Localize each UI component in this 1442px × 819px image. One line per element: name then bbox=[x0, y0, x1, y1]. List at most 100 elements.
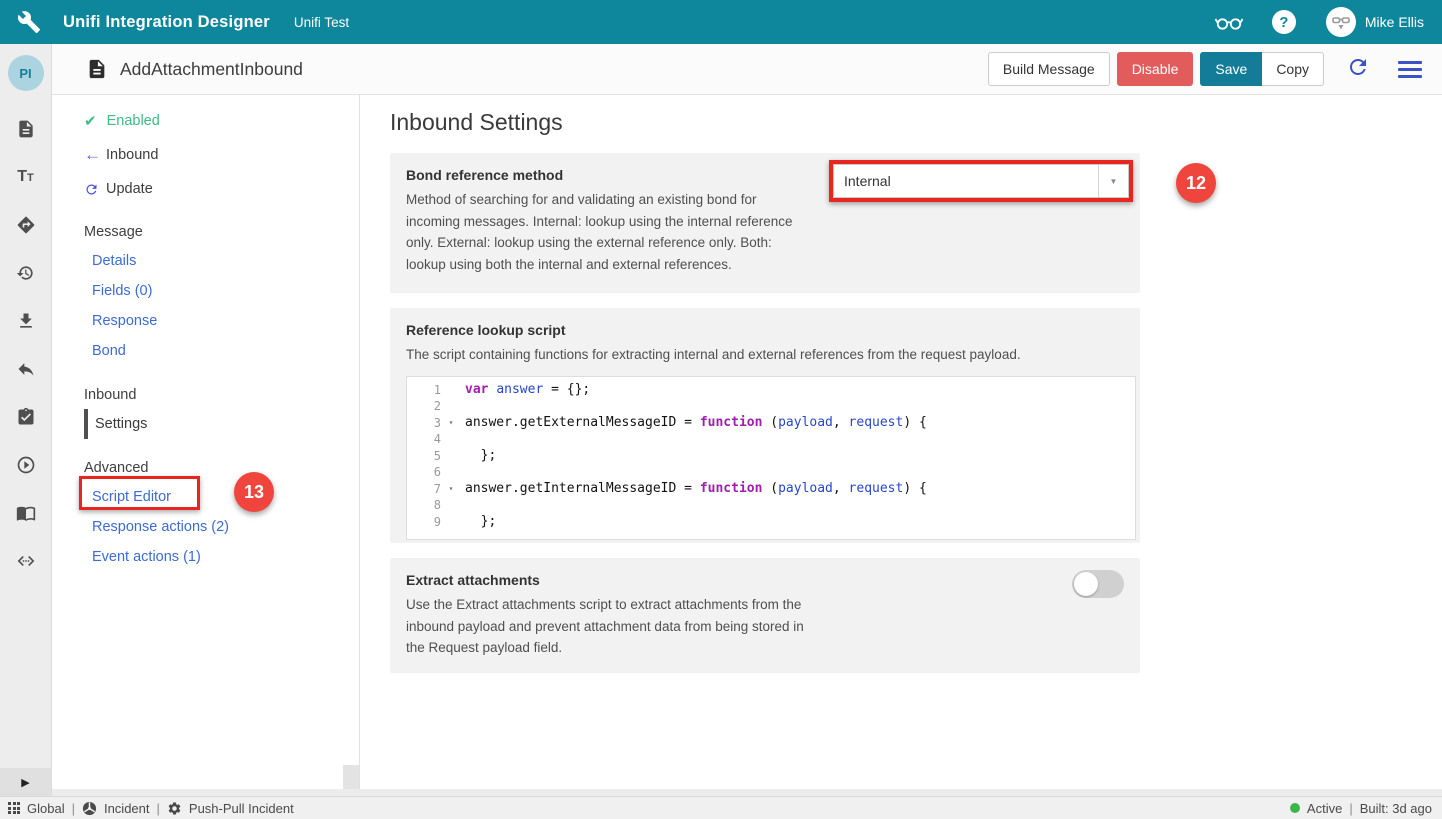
save-copy-group: Save Copy bbox=[1200, 52, 1324, 86]
app-title: Unifi Integration Designer bbox=[63, 13, 270, 32]
integration-avatar[interactable]: PI bbox=[8, 55, 44, 91]
fold-arrow-icon[interactable]: ▾ bbox=[441, 484, 461, 493]
line-number-gutter: 3▾ bbox=[407, 415, 465, 432]
code-icon[interactable] bbox=[14, 549, 38, 573]
bond-reference-card: Bond reference method Method of searchin… bbox=[390, 153, 1140, 293]
application-label[interactable]: Incident bbox=[104, 801, 150, 816]
scope-label[interactable]: Global bbox=[27, 801, 65, 816]
disable-button[interactable]: Disable bbox=[1117, 52, 1194, 86]
directions-icon[interactable] bbox=[14, 213, 38, 237]
code-line[interactable]: 3▾answer.getExternalMessageID = function… bbox=[407, 415, 1135, 432]
nav-item-update[interactable]: Update bbox=[84, 175, 359, 203]
process-gear-icon bbox=[167, 801, 182, 816]
menu-icon[interactable] bbox=[1398, 61, 1422, 78]
nav-item-bond[interactable]: Bond bbox=[84, 336, 359, 366]
nav-item-details[interactable]: Details bbox=[84, 246, 359, 276]
grid-icon bbox=[8, 802, 20, 814]
dropdown-value: Internal bbox=[834, 173, 1098, 189]
icon-rail: PI TT ▶ bbox=[0, 44, 52, 796]
preview-glasses-icon[interactable] bbox=[1214, 12, 1244, 32]
user-menu[interactable]: Mike Ellis bbox=[1326, 7, 1424, 37]
statusbar-right: Active | Built: 3d ago bbox=[1290, 801, 1432, 816]
statusbar-left: Global | Incident | Push-Pull Incident bbox=[8, 801, 294, 816]
document-title: AddAttachmentInbound bbox=[120, 59, 303, 80]
line-number-gutter: 7▾ bbox=[407, 481, 465, 498]
annotation-badge-12: 12 bbox=[1176, 163, 1216, 203]
book-icon[interactable] bbox=[14, 501, 38, 525]
nav-scrollbar-corner bbox=[343, 765, 359, 791]
update-refresh-icon bbox=[84, 182, 104, 197]
nav-item-fields[interactable]: Fields (0) bbox=[84, 276, 359, 306]
play-icon[interactable] bbox=[14, 453, 38, 477]
nav-panel: ✔ Enabled ← Inbound Update Message Detai… bbox=[52, 95, 360, 796]
horizontal-scrollbar-track[interactable] bbox=[52, 789, 1442, 796]
code-line[interactable]: 5 }; bbox=[407, 448, 1135, 465]
code-line[interactable]: 4 bbox=[407, 431, 1135, 448]
bond-reference-description: Method of searching for and validating a… bbox=[406, 189, 811, 275]
extract-attachments-card: Extract attachments Use the Extract atta… bbox=[390, 558, 1140, 673]
line-number-gutter: 4 bbox=[407, 431, 465, 448]
check-icon: ✔ bbox=[84, 112, 97, 130]
extract-attachments-description: Use the Extract attachments script to ex… bbox=[406, 594, 826, 659]
environment-name[interactable]: Unifi Test bbox=[294, 15, 349, 30]
history-icon[interactable] bbox=[14, 261, 38, 285]
nav-item-response-actions[interactable]: Response actions (2) bbox=[84, 512, 359, 542]
left-arrow-icon: ← bbox=[84, 145, 104, 165]
annotation-badge-13: 13 bbox=[234, 472, 274, 512]
code-line[interactable]: 1var answer = {}; bbox=[407, 382, 1135, 399]
code-editor-lines: 1var answer = {};23▾answer.getExternalMe… bbox=[407, 382, 1135, 531]
save-button[interactable]: Save bbox=[1200, 52, 1262, 86]
nav-item-event-actions[interactable]: Event actions (1) bbox=[84, 542, 359, 572]
document-rail-icon[interactable] bbox=[14, 117, 38, 141]
refresh-icon[interactable] bbox=[1346, 55, 1370, 84]
process-label[interactable]: Push-Pull Incident bbox=[189, 801, 294, 816]
rail-icons: TT bbox=[14, 117, 38, 573]
document-header: AddAttachmentInbound Build Message Disab… bbox=[52, 44, 1442, 95]
bond-reference-dropdown[interactable]: Internal ▼ bbox=[833, 164, 1129, 198]
reference-lookup-card: Reference lookup script The script conta… bbox=[390, 308, 1140, 543]
line-number-gutter: 2 bbox=[407, 398, 465, 415]
chevron-down-icon: ▼ bbox=[1110, 177, 1118, 186]
help-icon[interactable]: ? bbox=[1272, 10, 1296, 34]
line-number-gutter: 8 bbox=[407, 497, 465, 514]
download-icon[interactable] bbox=[14, 309, 38, 333]
status-bar: Global | Incident | Push-Pull Incident A… bbox=[0, 796, 1442, 819]
code-line[interactable]: 9 }; bbox=[407, 514, 1135, 531]
line-number-gutter: 6 bbox=[407, 464, 465, 481]
text-format-icon[interactable]: TT bbox=[14, 165, 38, 189]
reference-lookup-label: Reference lookup script bbox=[406, 322, 1124, 338]
nav-item-inbound[interactable]: ← Inbound bbox=[84, 141, 359, 169]
collapse-panel-button[interactable]: ▶ bbox=[0, 768, 51, 796]
copy-button[interactable]: Copy bbox=[1262, 52, 1324, 86]
top-bar: Unifi Integration Designer Unifi Test ? … bbox=[0, 0, 1442, 44]
built-label: Built: 3d ago bbox=[1360, 801, 1432, 816]
nav-item-response[interactable]: Response bbox=[84, 306, 359, 336]
code-line[interactable]: 6 bbox=[407, 464, 1135, 481]
fold-arrow-icon[interactable]: ▾ bbox=[441, 418, 461, 427]
toggle-knob bbox=[1074, 572, 1098, 596]
tasks-icon[interactable] bbox=[14, 405, 38, 429]
application-icon bbox=[82, 801, 97, 816]
reply-icon[interactable] bbox=[14, 357, 38, 381]
user-name: Mike Ellis bbox=[1365, 14, 1424, 30]
line-number-gutter: 1 bbox=[407, 382, 465, 399]
nav-item-settings[interactable]: Settings bbox=[84, 409, 359, 439]
active-status-label: Active bbox=[1307, 801, 1342, 816]
line-number-gutter: 5 bbox=[407, 448, 465, 465]
nav-item-enabled[interactable]: ✔ Enabled bbox=[84, 107, 359, 135]
extract-attachments-toggle[interactable] bbox=[1072, 570, 1124, 598]
build-message-button[interactable]: Build Message bbox=[988, 52, 1110, 86]
code-editor[interactable]: 1var answer = {};23▾answer.getExternalMe… bbox=[406, 376, 1136, 540]
code-line[interactable]: 2 bbox=[407, 398, 1135, 415]
page-title: Inbound Settings bbox=[390, 109, 1442, 136]
nav-section-inbound: Inbound bbox=[84, 381, 359, 409]
app-window: Unifi Integration Designer Unifi Test ? … bbox=[0, 0, 1442, 819]
active-status-dot bbox=[1290, 803, 1300, 813]
code-line[interactable]: 7▾answer.getInternalMessageID = function… bbox=[407, 481, 1135, 498]
nav-section-message: Message bbox=[84, 218, 359, 246]
dropdown-arrow-zone[interactable]: ▼ bbox=[1098, 165, 1128, 197]
wrench-icon bbox=[17, 10, 41, 34]
extract-attachments-label: Extract attachments bbox=[406, 572, 1124, 588]
code-line[interactable]: 8 bbox=[407, 497, 1135, 514]
reference-lookup-description: The script containing functions for extr… bbox=[406, 344, 1106, 366]
